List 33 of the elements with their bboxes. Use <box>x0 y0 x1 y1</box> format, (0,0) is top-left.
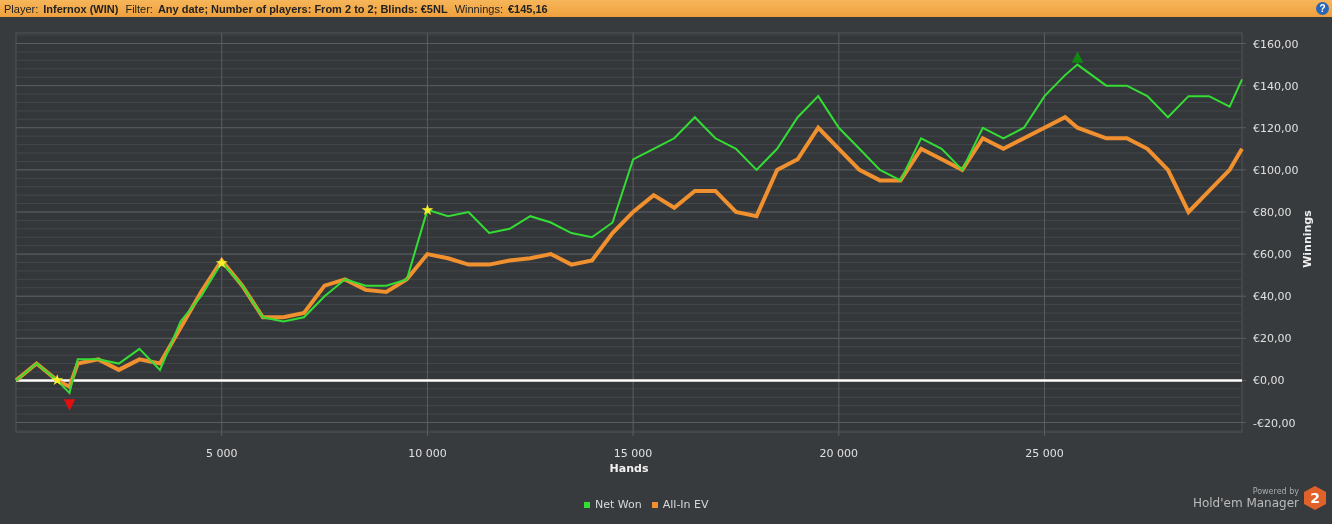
powered-by-text: Powered by <box>1252 486 1299 496</box>
product-name: Hold'em Manager <box>1192 495 1299 510</box>
marker-symbol: ★ <box>215 253 229 272</box>
axis-tick-label: €60,00 <box>1253 248 1292 262</box>
field-label: Filter: <box>125 2 153 15</box>
axis-tick-label: €160,00 <box>1253 37 1299 51</box>
marker-symbol: ★ <box>50 371 64 390</box>
axis-tick-label: €20,00 <box>1253 332 1292 346</box>
axis-tick-label: €140,00 <box>1253 79 1299 93</box>
axis-tick-label: 15 000 <box>613 447 653 460</box>
marker-symbol: ▼ <box>63 395 76 414</box>
axis-tick-label: 25 000 <box>1025 447 1064 460</box>
axis-title: Winnings <box>1301 210 1314 268</box>
axis-tick-label: 5 000 <box>205 447 238 460</box>
axis-tick-label: -€20,00 <box>1253 416 1296 430</box>
logo-text: 2 <box>1310 490 1320 506</box>
field-value: Any date; Number of players: From 2 to 2; Blinds: €5NL <box>157 2 448 15</box>
axis-tick-label: €100,00 <box>1253 163 1299 177</box>
axis-tick-label: 10 000 <box>408 447 447 460</box>
help-button[interactable]: ? <box>1316 2 1329 15</box>
field-value: €145,16 <box>507 2 548 15</box>
legend-label: Net Won <box>595 498 642 511</box>
axis-tick-label: 20 000 <box>819 447 859 460</box>
axis-title: Hands <box>609 462 649 475</box>
axis-tick-label: €40,00 <box>1253 290 1292 304</box>
axis-tick-label: €80,00 <box>1253 205 1292 219</box>
field-value: Infernox (WIN) <box>43 2 119 15</box>
field-label: Player: <box>4 2 39 15</box>
field-label: Winnings: <box>454 2 503 15</box>
axis-tick-label: €0,00 <box>1253 374 1285 388</box>
legend-label: All-In EV <box>662 498 709 511</box>
axis-tick-label: €120,00 <box>1253 121 1299 135</box>
marker-symbol: ▲ <box>1071 46 1084 65</box>
